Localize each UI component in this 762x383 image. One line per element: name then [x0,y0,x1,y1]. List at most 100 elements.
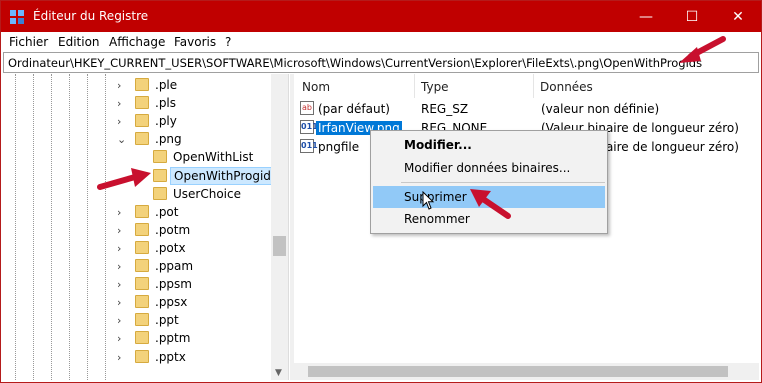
tree-item-label: OpenWithList [173,150,254,165]
chevron-right-icon[interactable]: › [117,351,121,364]
tree-item-label: .ppsx [155,295,188,310]
folder-icon [135,259,149,272]
menu-bar: Fichier Edition Affichage Favoris ? [1,32,761,52]
tree-item[interactable]: › .potm [3,221,273,239]
maximize-icon: ☐ [685,8,699,25]
tree-item-label: .ply [155,114,177,129]
tree-item-label: .pls [155,96,177,111]
chevron-right-icon[interactable]: › [117,314,121,327]
menu-affichage[interactable]: Affichage [109,35,165,49]
menu-item-label: Renommer [404,212,470,226]
folder-icon [135,204,149,218]
tree-item[interactable]: › .potx [3,239,273,257]
binary-value-icon: 011 [300,120,318,134]
tree-item[interactable]: OpenWithList [3,148,273,166]
column-header-label: Type [421,80,449,94]
column-header-label: Données [540,80,593,94]
column-header-nom[interactable]: Nom [294,74,414,98]
folder-icon [135,132,149,146]
maximize-button[interactable]: ☐ [669,1,715,32]
tree-item-label: .pptx [155,349,186,364]
tree-item-label: .potx [155,240,186,255]
folder-icon [135,313,149,327]
list-scroll-thumb[interactable] [308,366,728,377]
tree-item[interactable]: › .ppsx [3,293,273,311]
tree-item[interactable]: › .ppsm [3,275,273,293]
folder-icon [135,96,149,110]
scroll-down-icon[interactable]: ▼ [275,368,282,378]
tree-item[interactable]: › .pptm [3,329,273,347]
tree-item[interactable]: › .ppt [3,311,273,329]
folder-icon [135,240,149,254]
tree-item[interactable]: › .pls [3,94,273,112]
chevron-right-icon[interactable]: › [117,97,121,110]
annotation-arrow-address-icon [679,36,726,63]
menu-item-modifier-binaire[interactable]: Modifier données binaires... [373,157,605,179]
folder-icon [135,78,149,91]
tree-item-label: .ppt [155,313,179,328]
tree-item-label: OpenWithProgids [170,166,282,185]
folder-icon [153,168,167,182]
chevron-right-icon[interactable]: › [117,278,121,291]
close-button[interactable]: ✕ [715,1,761,32]
folder-icon [135,277,149,291]
tree-item[interactable]: › .ple [3,76,273,94]
value-name: pngfile [318,140,360,154]
chevron-right-icon[interactable]: › [117,332,121,345]
folder-icon [135,349,149,363]
tree-item-label: .ppam [155,259,194,273]
minimize-button[interactable]: — [623,1,669,32]
tree-item-label: .potm [155,222,191,237]
value-row[interactable]: ab (par défaut) REG_SZ (valeur non défin… [294,99,759,118]
menu-edition[interactable]: Edition [58,35,100,49]
annotation-arrow-menu-icon [470,189,511,219]
column-header-donnees[interactable]: Données [534,74,759,98]
tree-item[interactable]: › .pptx [3,348,273,366]
value-name: (par défaut) [318,102,390,116]
chevron-right-icon[interactable]: › [117,242,121,255]
chevron-right-icon[interactable]: › [117,115,121,128]
chevron-right-icon[interactable]: › [117,206,121,219]
tree-item-label: .pot [155,204,179,219]
folder-icon [135,114,149,128]
chevron-right-icon[interactable]: › [117,224,121,237]
title-bar: Éditeur du Registre — ☐ ✕ [1,1,761,32]
close-icon: ✕ [732,8,744,25]
folder-icon [153,150,167,164]
window-title: Éditeur du Registre [33,9,149,23]
folder-icon [135,331,149,345]
tree-item[interactable]: ⌄ .png [3,130,273,148]
tree-item[interactable]: › .pot [3,203,273,221]
chevron-right-icon[interactable]: › [117,79,121,92]
value-data: (valeur non définie) [541,102,660,116]
tree-item[interactable]: › .ply [3,112,273,130]
menu-item-label: Modifier données binaires... [404,161,571,175]
chevron-down-icon[interactable]: ⌄ [117,133,126,146]
menu-help[interactable]: ? [225,35,231,49]
tree-item[interactable]: › .ppam [3,257,273,275]
menu-item-modifier[interactable]: Modifier... [373,134,605,156]
folder-icon [135,295,149,309]
chevron-right-icon[interactable]: › [117,296,121,309]
tree-scroll-thumb[interactable] [273,236,286,256]
list-horizontal-scrollbar[interactable] [294,363,759,380]
registry-editor-window: Éditeur du Registre — ☐ ✕ Fichier Editio… [0,0,762,383]
tree-item-label: .pptm [155,331,191,346]
string-value-icon: ab [300,101,314,115]
folder-icon [153,186,167,200]
chevron-right-icon[interactable]: › [117,260,121,273]
folder-icon [135,222,149,236]
value-type: REG_SZ [421,102,469,116]
tree-vertical-scrollbar[interactable]: ▼ [271,74,288,380]
address-path: Ordinateur\HKEY_CURRENT_USER\SOFTWARE\Mi… [8,56,703,70]
tree-item-label: UserChoice [173,186,241,201]
column-header-type[interactable]: Type [415,74,533,98]
menu-fichier[interactable]: Fichier [9,35,48,49]
menu-item-label: Modifier... [404,138,472,152]
address-bar[interactable]: Ordinateur\HKEY_CURRENT_USER\SOFTWARE\Mi… [3,52,759,73]
key-tree-pane: › .ple › .pls › .ply ⌄ .png OpenWithList OpenWith… [3,74,289,380]
menu-favoris[interactable]: Favoris [174,35,216,49]
binary-value-icon: 011 [300,139,318,153]
menu-separator [401,182,605,183]
annotation-arrow-tree-icon [97,168,151,190]
